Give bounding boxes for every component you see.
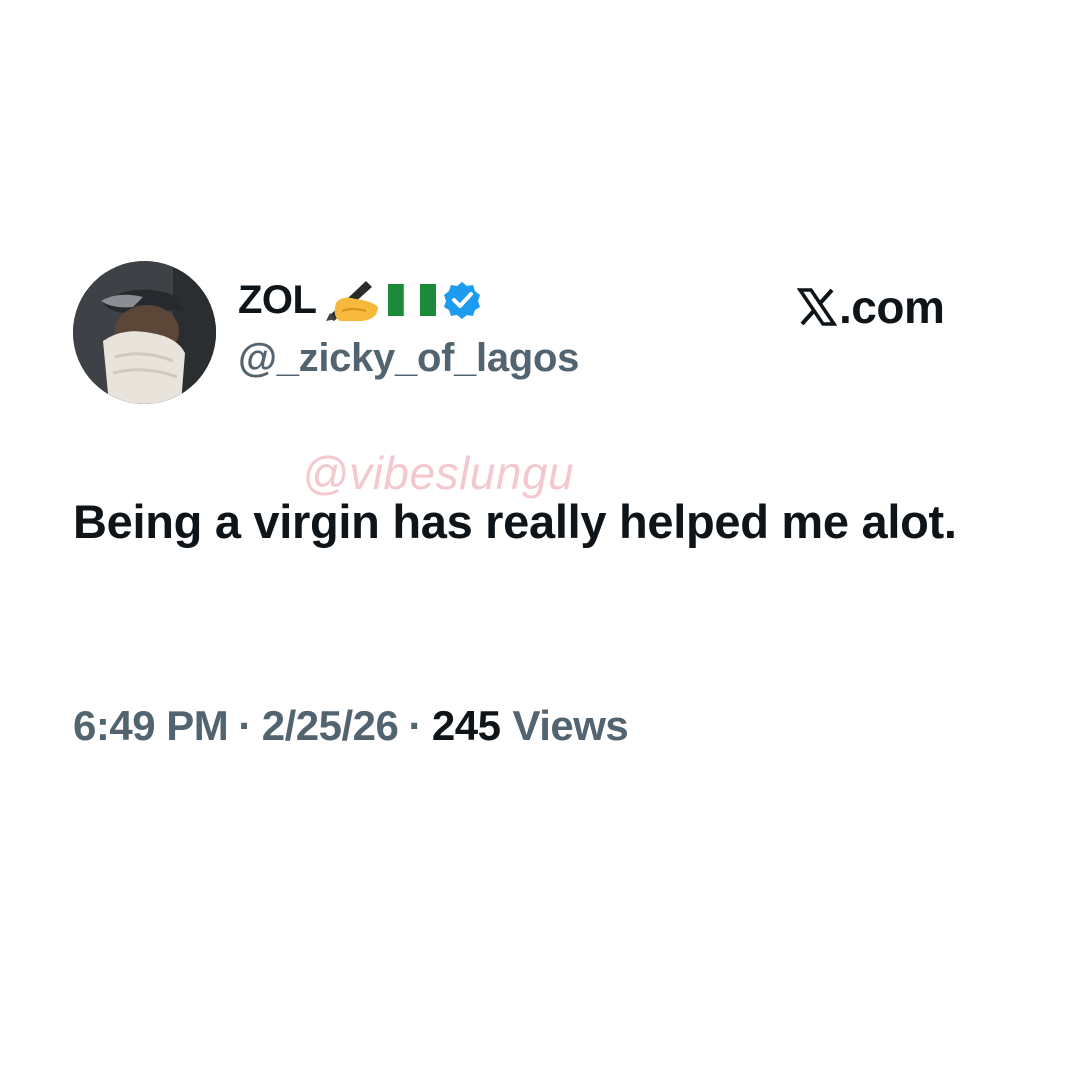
display-name[interactable]: ZOL [238,278,317,323]
handle[interactable]: @_zicky_of_lagos [238,336,579,381]
tweet-text: Being a virgin has really helped me alot… [73,495,957,548]
brand-label: .com [839,281,945,333]
author-header: ZOL @_zicky_of_lagos [238,272,579,381]
views-label: Views [512,702,629,749]
display-name-row: ZOL [238,272,579,328]
avatar-photo [73,261,216,404]
views-count: 245 [431,702,501,749]
tweet-date[interactable]: 2/25/26 [262,702,399,750]
tweet-time[interactable]: 6:49 PM [73,702,229,750]
avatar[interactable] [73,261,216,404]
nigeria-flag-emoji [388,284,437,316]
tweet-meta: 6:49 PM · 2/25/26 · 245 Views [73,702,629,750]
verified-badge-icon [442,280,482,320]
meta-separator: · [408,702,422,749]
writing-hand-emoji [322,277,382,323]
tweet-card: ZOL @_zicky_of_lagos .com @vibeslungu Be… [0,0,1080,1080]
meta-separator: · [238,702,252,749]
x-logo-icon [797,288,837,326]
x-brand: .com [797,280,945,334]
